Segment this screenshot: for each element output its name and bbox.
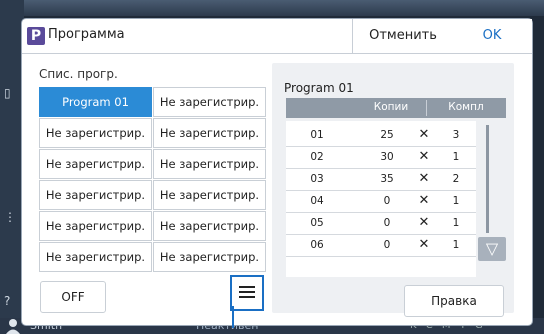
background-side-icon: ▯ [4, 86, 11, 100]
row-copies: 0 [383, 239, 391, 251]
hamburger-menu-icon-line [239, 291, 255, 293]
detail-table-header: Копии Компл [286, 98, 506, 118]
program-dialog: P Программа Отменить OK Спис. прогр. Pro… [22, 19, 532, 325]
program-item[interactable]: Не зарегистрир. [39, 242, 152, 272]
multiply-icon: ✕ [418, 127, 430, 142]
menu-button[interactable] [230, 275, 264, 311]
program-item[interactable]: Не зарегистрир. [153, 180, 266, 210]
detail-row: 06 0 ✕ 1 [286, 235, 476, 257]
row-sets: 2 [452, 173, 460, 185]
column-copies: Копии [373, 101, 409, 113]
detail-row: 02 30 ✕ 1 [286, 147, 476, 169]
row-copies: 0 [383, 217, 391, 229]
hamburger-menu-icon-line [239, 296, 255, 298]
multiply-icon: ✕ [418, 193, 430, 208]
row-copies: 30 [380, 151, 394, 163]
program-detail-panel: Program 01 Копии Компл 01 25 ✕ 3 02 30 ✕ 1 03 35 ✕… [272, 63, 514, 317]
detail-row: 04 0 ✕ 1 [286, 191, 476, 213]
program-list: Program 01 Не зарегистрир. Не зарегистрир.… [39, 87, 266, 272]
cancel-button[interactable]: Отменить [352, 19, 454, 53]
edit-button[interactable]: Правка [404, 285, 504, 317]
program-item[interactable]: Не зарегистрир. [153, 118, 266, 148]
detail-row: 01 25 ✕ 3 [286, 125, 476, 147]
row-sets: 1 [452, 239, 460, 251]
row-number: 03 [310, 173, 324, 185]
program-item[interactable]: Не зарегистрир. [153, 211, 266, 241]
ok-button[interactable]: OK [452, 19, 532, 53]
program-item[interactable]: Не зарегистрир. [39, 118, 152, 148]
row-number: 04 [310, 195, 324, 207]
program-list-label: Спис. прогр. [39, 67, 118, 81]
row-copies: 35 [380, 173, 394, 185]
hamburger-menu-icon-line [239, 286, 255, 288]
row-sets: 1 [452, 217, 460, 229]
row-number: 02 [310, 151, 324, 163]
detail-scrollbar[interactable]: ▽ [478, 121, 506, 277]
program-item[interactable]: Не зарегистрир. [153, 87, 266, 117]
background-top-bar [0, 0, 544, 16]
multiply-icon: ✕ [418, 215, 430, 230]
off-button[interactable]: OFF [40, 281, 106, 313]
program-item[interactable]: Не зарегистрир. [39, 211, 152, 241]
row-sets: 1 [452, 151, 460, 163]
program-item[interactable]: Не зарегистрир. [39, 180, 152, 210]
dialog-title-bar: P Программа Отменить OK [22, 19, 532, 54]
dialog-title: Программа [48, 27, 125, 42]
detail-row: 05 0 ✕ 1 [286, 213, 476, 235]
detail-row: 03 35 ✕ 2 [286, 169, 476, 191]
program-item[interactable]: Не зарегистрир. [39, 149, 152, 179]
row-copies: 25 [380, 129, 394, 141]
background-side-glyph: ? [4, 294, 11, 308]
user-icon [6, 319, 20, 334]
row-number: 01 [310, 129, 324, 141]
program-item[interactable]: Не зарегистрир. [153, 149, 266, 179]
scroll-track[interactable] [486, 125, 489, 233]
callout-pointer-line [232, 306, 234, 328]
detail-title: Program 01 [284, 81, 354, 95]
column-divider [426, 100, 427, 116]
row-copies: 0 [383, 195, 391, 207]
column-sets: Компл [448, 101, 484, 113]
multiply-icon: ✕ [418, 149, 430, 164]
background-left-bar: ▯ ⋮ ? [0, 0, 24, 334]
triangle-down-icon: ▽ [485, 239, 499, 258]
row-sets: 3 [452, 129, 460, 141]
row-sets: 1 [452, 195, 460, 207]
scroll-down-button[interactable]: ▽ [478, 237, 506, 261]
program-icon: P [27, 27, 45, 45]
row-number: 05 [310, 217, 324, 229]
row-number: 06 [310, 239, 324, 251]
detail-table[interactable]: 01 25 ✕ 3 02 30 ✕ 1 03 35 ✕ 2 04 0 ✕ 1 05 0 ✕ 1 06 0 ✕ 1 [286, 121, 476, 277]
program-item[interactable]: Не зарегистрир. [153, 242, 266, 272]
multiply-icon: ✕ [418, 237, 430, 252]
program-item-selected[interactable]: Program 01 [39, 87, 152, 117]
multiply-icon: ✕ [418, 171, 430, 186]
background-side-dots-icon: ⋮ [4, 210, 16, 224]
